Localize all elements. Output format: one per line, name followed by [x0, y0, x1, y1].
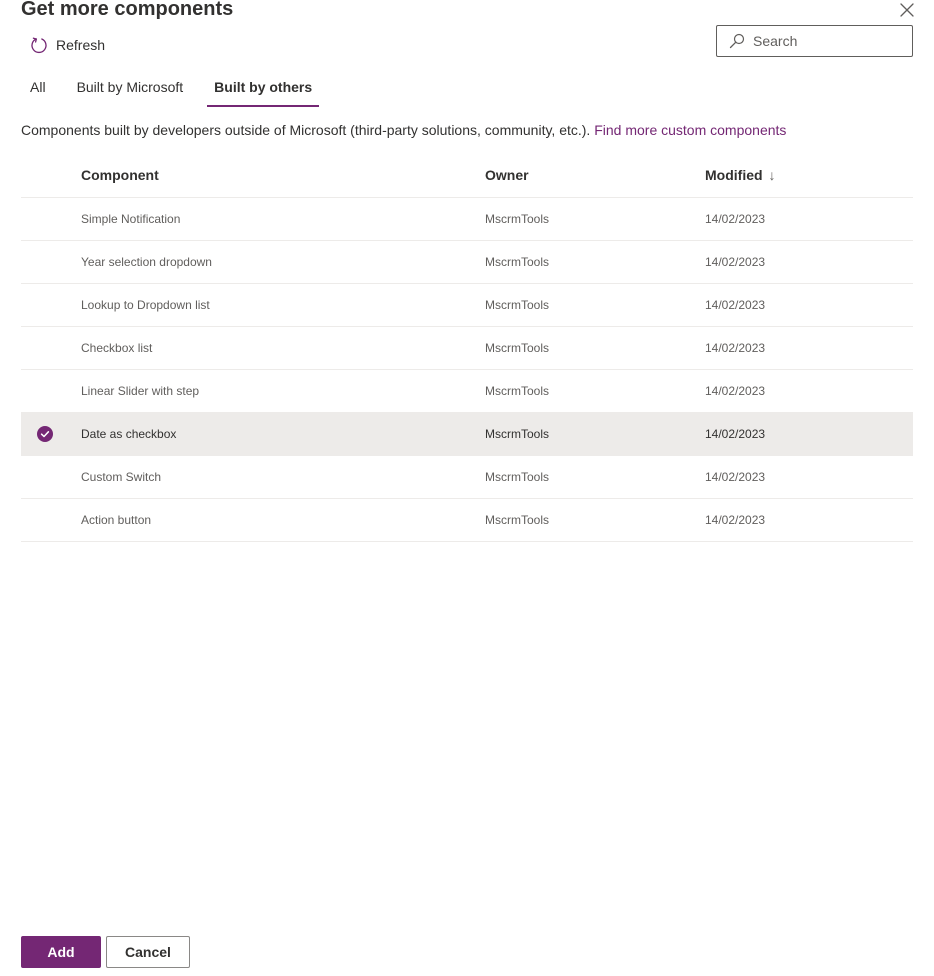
cell-component: Linear Slider with step: [81, 384, 200, 398]
column-header-component-label: Component: [81, 167, 159, 183]
table-row[interactable]: Year selection dropdown MscrmTools 14/02…: [21, 241, 913, 284]
close-button[interactable]: [898, 1, 916, 19]
cancel-button[interactable]: Cancel: [106, 936, 190, 968]
add-button[interactable]: Add: [21, 936, 101, 968]
table-row[interactable]: Action button MscrmTools 14/02/2023: [21, 499, 913, 542]
cell-owner: MscrmTools: [485, 212, 550, 226]
close-icon: [900, 3, 914, 17]
cell-owner: MscrmTools: [485, 384, 550, 398]
cell-component: Action button: [81, 513, 152, 527]
table-row[interactable]: Custom Switch MscrmTools 14/02/2023: [21, 456, 913, 499]
column-header-modified-label: Modified: [705, 167, 763, 183]
cell-modified: 14/02/2023: [705, 212, 766, 226]
find-more-link[interactable]: Find more custom components: [594, 122, 786, 138]
cell-component: Custom Switch: [81, 470, 162, 484]
column-header-modified[interactable]: Modified ↓: [705, 154, 776, 197]
cell-owner: MscrmTools: [485, 298, 550, 312]
panel-title: Get more components: [21, 0, 234, 20]
tab-built-by-microsoft[interactable]: Built by Microsoft: [68, 72, 193, 108]
cell-modified: 14/02/2023: [705, 341, 766, 355]
cell-modified: 14/02/2023: [705, 513, 766, 527]
cell-component: Checkbox list: [81, 341, 153, 355]
table-row[interactable]: Lookup to Dropdown list MscrmTools 14/02…: [21, 284, 913, 327]
cell-owner: MscrmTools: [485, 427, 550, 441]
cell-owner: MscrmTools: [485, 255, 550, 269]
cell-component: Date as checkbox: [81, 427, 177, 441]
cell-owner: MscrmTools: [485, 470, 550, 484]
column-header-owner-label: Owner: [485, 167, 529, 183]
cell-modified: 14/02/2023: [705, 384, 766, 398]
table-row[interactable]: Linear Slider with step MscrmTools 14/02…: [21, 370, 913, 413]
description-text: Components built by developers outside o…: [21, 122, 591, 138]
description: Components built by developers outside o…: [21, 120, 786, 140]
cell-component: Lookup to Dropdown list: [81, 298, 210, 312]
components-grid: Component Owner Modified ↓ Simple Notific…: [21, 154, 913, 542]
selected-check-icon[interactable]: [37, 426, 53, 442]
column-header-component[interactable]: Component: [81, 154, 159, 197]
cell-component: Simple Notification: [81, 212, 181, 226]
search-icon: [729, 33, 745, 49]
table-row[interactable]: Simple Notification MscrmTools 14/02/202…: [21, 198, 913, 241]
cell-owner: MscrmTools: [485, 513, 550, 527]
tab-built-by-others[interactable]: Built by others: [205, 72, 321, 108]
refresh-icon: [31, 37, 47, 54]
cell-modified: 14/02/2023: [705, 470, 766, 484]
search-box[interactable]: [716, 25, 913, 57]
column-header-owner[interactable]: Owner: [485, 154, 529, 197]
grid-header: Component Owner Modified ↓: [21, 154, 913, 198]
table-row[interactable]: Checkbox list MscrmTools 14/02/2023: [21, 327, 913, 370]
refresh-button[interactable]: Refresh: [26, 32, 109, 58]
cell-modified: 14/02/2023: [705, 255, 766, 269]
cell-owner: MscrmTools: [485, 341, 550, 355]
arrow-down-icon: ↓: [768, 167, 776, 183]
tab-all[interactable]: All: [21, 72, 55, 108]
refresh-label: Refresh: [56, 37, 106, 53]
cell-modified: 14/02/2023: [705, 298, 766, 312]
search-input[interactable]: [753, 33, 903, 49]
cell-component: Year selection dropdown: [81, 255, 212, 269]
tab-list: All Built by Microsoft Built by others: [21, 72, 334, 108]
table-row-selected[interactable]: Date as checkbox MscrmTools 14/02/2023: [21, 413, 913, 456]
cell-modified: 14/02/2023: [705, 427, 766, 441]
